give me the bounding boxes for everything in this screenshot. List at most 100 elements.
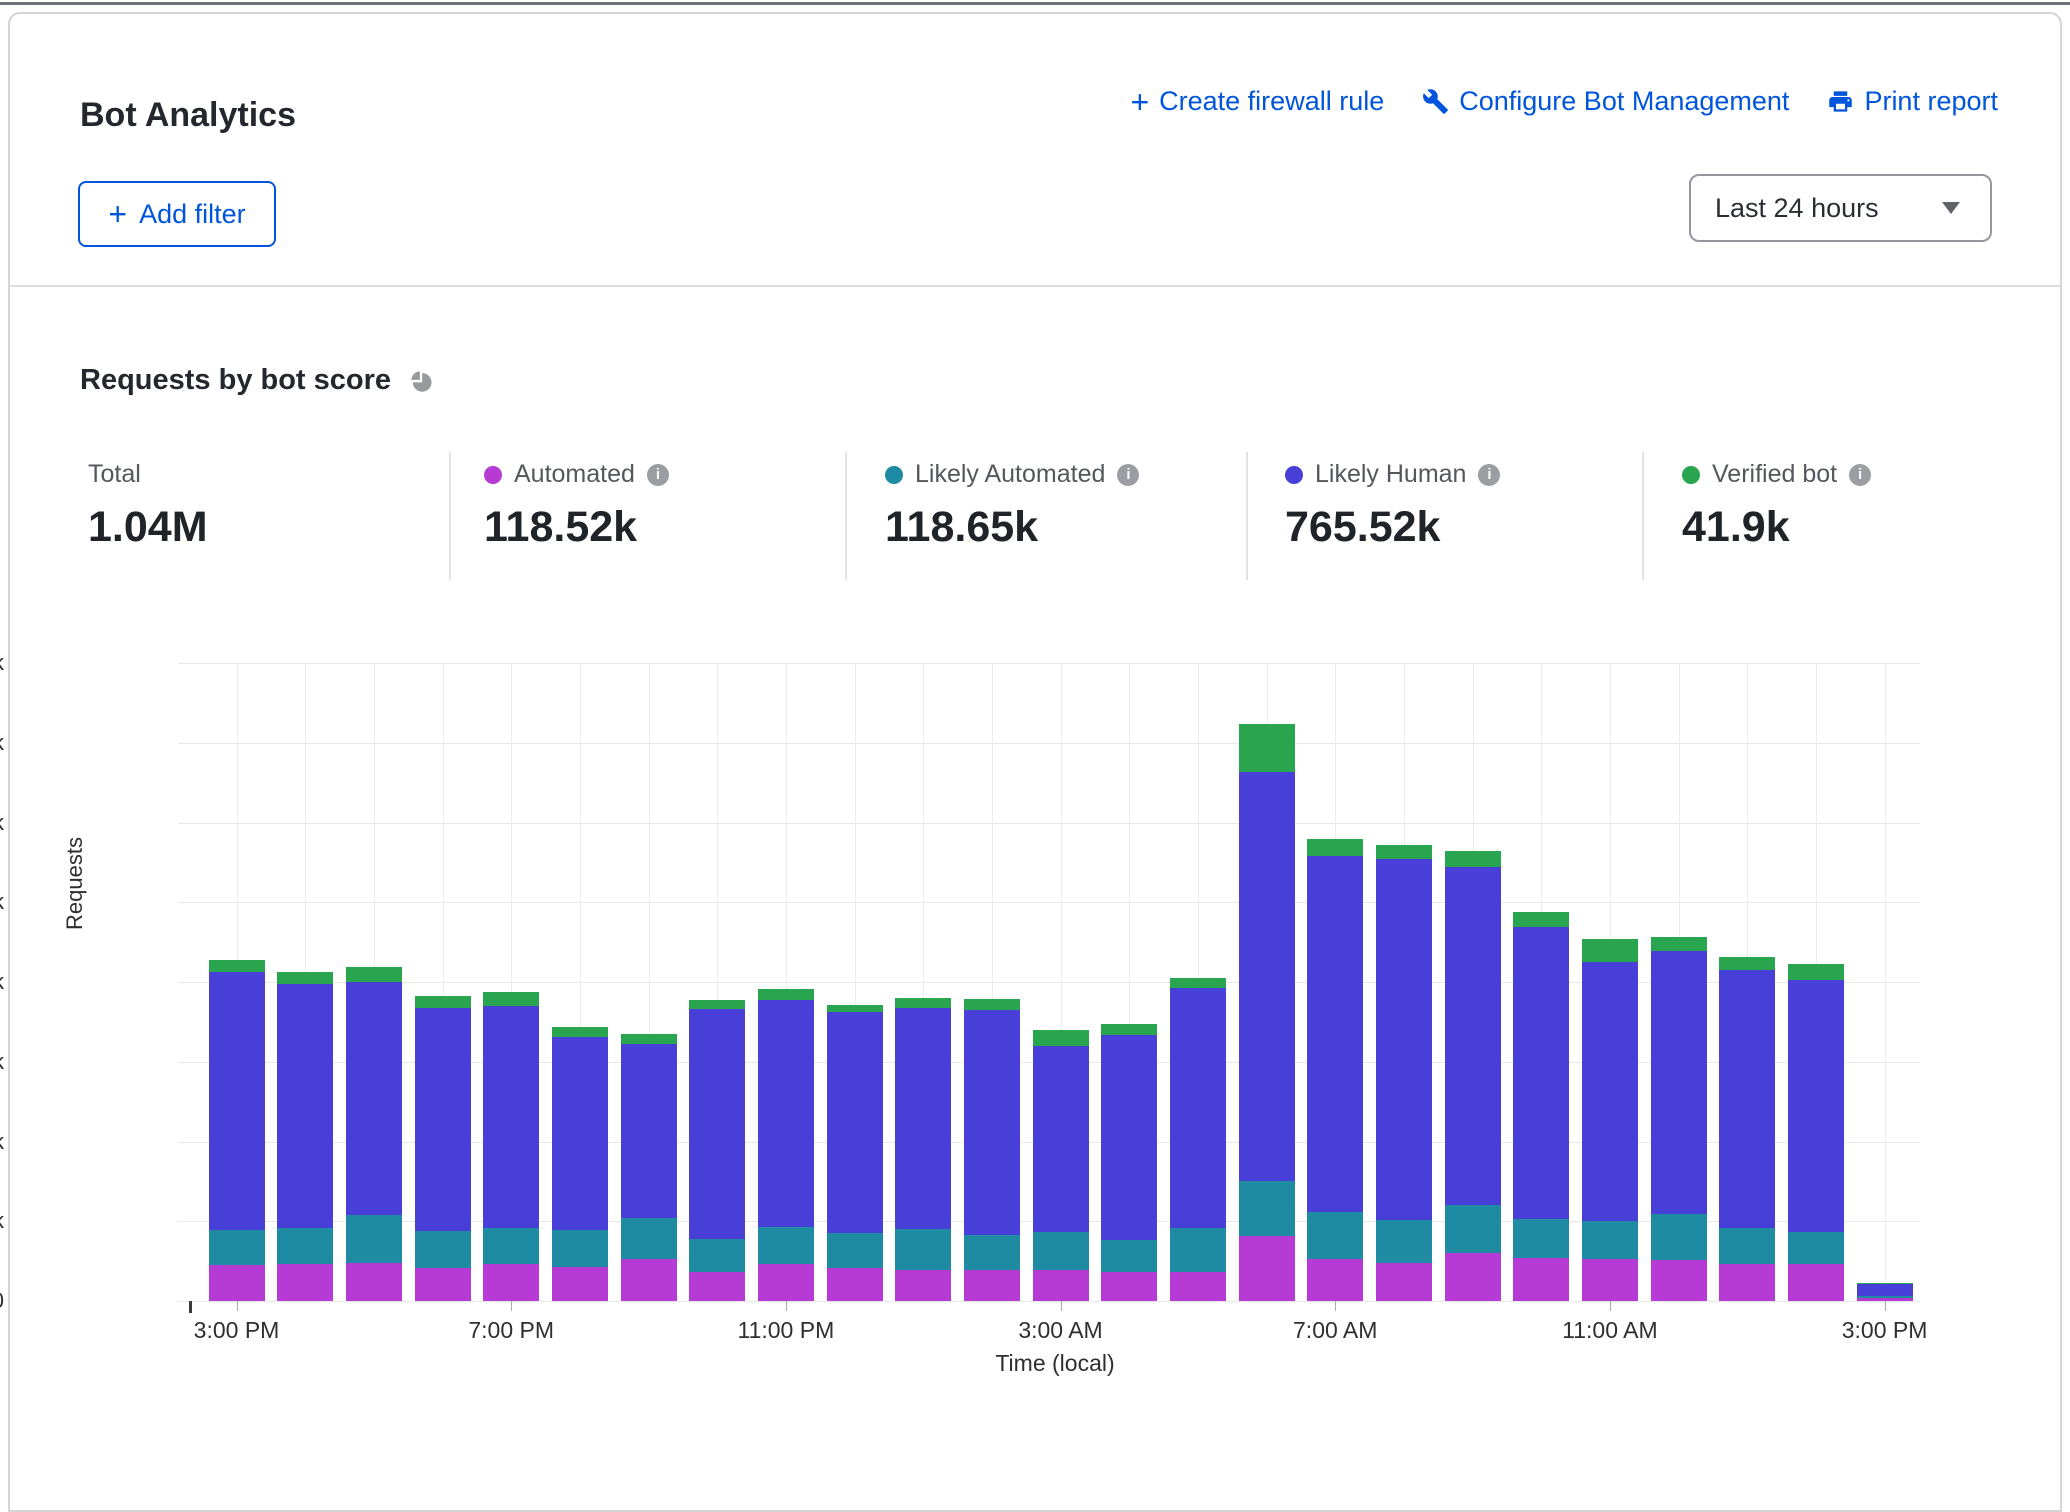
bar-segment-verified-bot[interactable] [1445, 851, 1501, 867]
bar-segment-likely-human[interactable] [1582, 962, 1638, 1221]
bar-segment-automated[interactable] [621, 1259, 677, 1301]
bar-segment-automated[interactable] [1857, 1298, 1913, 1301]
bar-segment-likely-human[interactable] [621, 1044, 677, 1218]
bar-segment-automated[interactable] [415, 1268, 471, 1301]
bar-segment-likely-human[interactable] [277, 984, 333, 1228]
bar-segment-automated[interactable] [1101, 1272, 1157, 1301]
bar-segment-likely-human[interactable] [1376, 859, 1432, 1219]
time-range-dropdown[interactable]: Last 24 hours [1689, 174, 1992, 242]
bar-segment-automated[interactable] [1033, 1270, 1089, 1301]
bar-segment-verified-bot[interactable] [1033, 1030, 1089, 1046]
bar-segment-verified-bot[interactable] [689, 1000, 745, 1010]
create-firewall-rule-link[interactable]: + Create firewall rule [1130, 86, 1384, 117]
bar-segment-verified-bot[interactable] [1857, 1283, 1913, 1284]
bar-segment-verified-bot[interactable] [1239, 724, 1295, 772]
bar-segment-verified-bot[interactable] [1651, 937, 1707, 951]
bar-segment-automated[interactable] [964, 1270, 1020, 1301]
bar-segment-verified-bot[interactable] [1719, 957, 1775, 971]
bar-segment-verified-bot[interactable] [1582, 939, 1638, 962]
configure-bot-management-link[interactable]: Configure Bot Management [1422, 86, 1789, 117]
bar-segment-verified-bot[interactable] [1170, 978, 1226, 988]
bar-segment-automated[interactable] [1651, 1260, 1707, 1301]
bar-segment-verified-bot[interactable] [209, 960, 265, 973]
bar-segment-verified-bot[interactable] [758, 989, 814, 1000]
bar-segment-likely-automated[interactable] [1857, 1296, 1913, 1298]
bar-segment-automated[interactable] [1582, 1259, 1638, 1301]
bar-segment-likely-automated[interactable] [1033, 1232, 1089, 1270]
bar-segment-automated[interactable] [277, 1264, 333, 1301]
bar-segment-likely-human[interactable] [1239, 772, 1295, 1181]
bar-segment-likely-human[interactable] [483, 1006, 539, 1228]
bar-segment-likely-human[interactable] [552, 1037, 608, 1230]
bar-segment-automated[interactable] [758, 1264, 814, 1301]
bar-segment-likely-human[interactable] [1719, 970, 1775, 1228]
bar-segment-automated[interactable] [552, 1267, 608, 1301]
bar-segment-verified-bot[interactable] [964, 999, 1020, 1010]
bar-segment-likely-automated[interactable] [1651, 1214, 1707, 1260]
bar-segment-automated[interactable] [209, 1265, 265, 1301]
bar-segment-verified-bot[interactable] [346, 967, 402, 982]
info-icon[interactable]: i [1117, 464, 1139, 486]
bar-segment-automated[interactable] [1788, 1264, 1844, 1301]
bar-segment-verified-bot[interactable] [895, 998, 951, 1008]
bar-segment-likely-human[interactable] [1170, 988, 1226, 1227]
bar-segment-verified-bot[interactable] [277, 972, 333, 984]
bar-segment-verified-bot[interactable] [483, 992, 539, 1006]
bar-segment-likely-human[interactable] [1101, 1035, 1157, 1240]
bar-segment-likely-human[interactable] [1033, 1046, 1089, 1232]
info-icon[interactable]: i [1478, 464, 1500, 486]
bar-segment-verified-bot[interactable] [621, 1034, 677, 1044]
bar-segment-verified-bot[interactable] [1513, 912, 1569, 927]
bar-segment-likely-human[interactable] [1857, 1284, 1913, 1296]
bar-segment-verified-bot[interactable] [1307, 839, 1363, 856]
bar-segment-verified-bot[interactable] [827, 1005, 883, 1011]
bar-segment-likely-automated[interactable] [1719, 1228, 1775, 1263]
bar-segment-automated[interactable] [1307, 1259, 1363, 1301]
bar-segment-likely-human[interactable] [758, 1000, 814, 1226]
bar-segment-automated[interactable] [1513, 1258, 1569, 1301]
bar-segment-automated[interactable] [1376, 1263, 1432, 1301]
bar-segment-likely-automated[interactable] [1582, 1221, 1638, 1258]
info-icon[interactable]: i [1849, 464, 1871, 486]
bar-segment-likely-human[interactable] [415, 1008, 471, 1231]
bar-segment-automated[interactable] [483, 1264, 539, 1301]
bar-segment-likely-human[interactable] [964, 1010, 1020, 1235]
bar-segment-likely-automated[interactable] [1376, 1220, 1432, 1263]
bar-segment-likely-human[interactable] [346, 982, 402, 1215]
bar-segment-likely-automated[interactable] [1788, 1232, 1844, 1264]
bar-segment-likely-human[interactable] [689, 1009, 745, 1239]
bar-segment-likely-automated[interactable] [1170, 1228, 1226, 1272]
bar-segment-verified-bot[interactable] [1101, 1024, 1157, 1035]
bar-segment-likely-automated[interactable] [895, 1229, 951, 1270]
bar-segment-likely-human[interactable] [1513, 927, 1569, 1219]
bar-segment-likely-human[interactable] [827, 1012, 883, 1234]
bar-segment-likely-automated[interactable] [1101, 1240, 1157, 1272]
bar-segment-likely-automated[interactable] [1513, 1219, 1569, 1258]
bar-segment-likely-automated[interactable] [346, 1215, 402, 1263]
bar-segment-verified-bot[interactable] [415, 996, 471, 1008]
bar-segment-verified-bot[interactable] [1788, 964, 1844, 980]
info-icon[interactable]: i [647, 464, 669, 486]
bar-segment-likely-automated[interactable] [552, 1230, 608, 1267]
bar-segment-likely-automated[interactable] [1307, 1212, 1363, 1259]
bar-segment-automated[interactable] [1170, 1272, 1226, 1302]
bar-segment-automated[interactable] [1445, 1253, 1501, 1301]
bar-segment-likely-automated[interactable] [483, 1228, 539, 1265]
bar-segment-likely-automated[interactable] [277, 1228, 333, 1265]
bar-segment-likely-human[interactable] [209, 972, 265, 1230]
bar-segment-likely-human[interactable] [1651, 951, 1707, 1214]
bar-segment-automated[interactable] [1719, 1264, 1775, 1301]
bar-segment-automated[interactable] [895, 1270, 951, 1301]
print-report-link[interactable]: Print report [1827, 86, 1998, 117]
bar-segment-automated[interactable] [689, 1272, 745, 1302]
bar-segment-likely-human[interactable] [1788, 980, 1844, 1232]
bar-segment-likely-automated[interactable] [1445, 1205, 1501, 1253]
bar-segment-automated[interactable] [346, 1263, 402, 1301]
add-filter-button[interactable]: + Add filter [78, 181, 276, 247]
bar-segment-verified-bot[interactable] [1376, 845, 1432, 859]
bar-segment-likely-automated[interactable] [415, 1231, 471, 1268]
bar-segment-likely-human[interactable] [895, 1008, 951, 1229]
bar-segment-likely-automated[interactable] [827, 1233, 883, 1267]
bar-segment-likely-human[interactable] [1307, 856, 1363, 1212]
bar-segment-likely-automated[interactable] [209, 1230, 265, 1265]
